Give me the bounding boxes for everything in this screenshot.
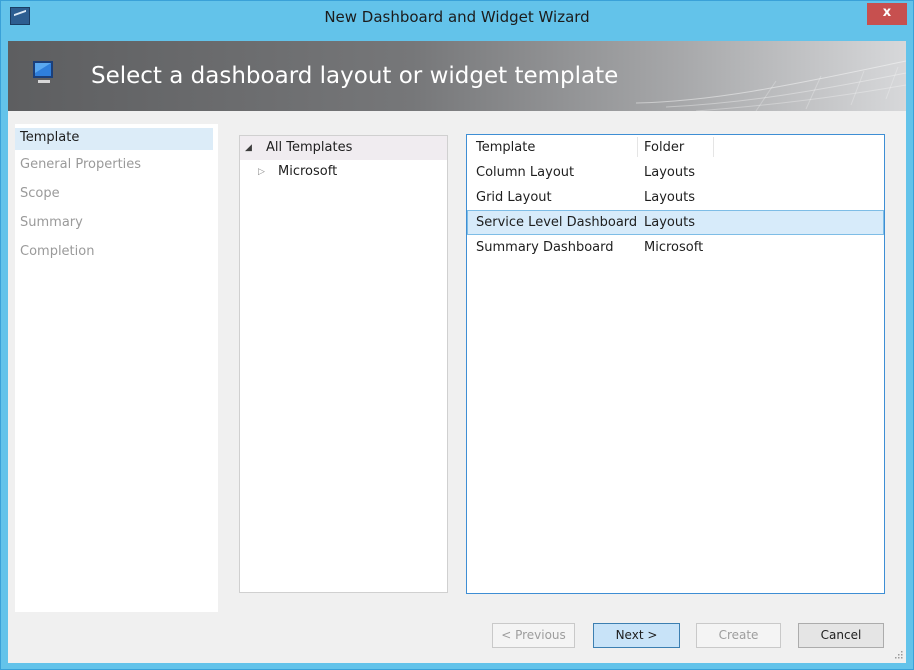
banner-wave-decoration: [636, 60, 906, 111]
template-name: Service Level Dashboard: [476, 215, 638, 230]
template-name: Column Layout: [476, 165, 575, 180]
column-divider[interactable]: [713, 137, 714, 157]
header-banner: Select a dashboard layout or widget temp…: [8, 41, 906, 111]
template-folder-tree[interactable]: ◢ All Templates ▷ Microsoft: [239, 135, 448, 593]
wizard-body: Select a dashboard layout or widget temp…: [8, 41, 906, 663]
column-header-template[interactable]: Template: [476, 135, 535, 160]
step-completion[interactable]: Completion: [15, 237, 218, 266]
tree-item-microsoft[interactable]: ▷ Microsoft: [240, 160, 447, 184]
list-header: Template Folder: [467, 135, 884, 160]
wizard-window: New Dashboard and Widget Wizard x Select…: [0, 0, 914, 670]
column-header-folder[interactable]: Folder: [644, 135, 684, 160]
tree-item-label: Microsoft: [278, 164, 338, 179]
wizard-steps-panel: Template General Properties Scope Summar…: [15, 124, 218, 612]
title-bar[interactable]: New Dashboard and Widget Wizard x: [1, 1, 913, 33]
template-folder: Layouts: [644, 165, 695, 180]
table-row-selected[interactable]: Service Level Dashboard Layouts: [467, 210, 884, 235]
next-button[interactable]: Next >: [593, 623, 680, 648]
step-template[interactable]: Template: [15, 128, 213, 150]
close-button[interactable]: x: [867, 3, 907, 25]
create-button[interactable]: Create: [696, 623, 781, 648]
table-row[interactable]: Summary Dashboard Microsoft: [467, 235, 884, 260]
previous-button[interactable]: < Previous: [492, 623, 575, 648]
template-list[interactable]: Template Folder Column Layout Layouts Gr…: [466, 134, 885, 594]
step-general-properties[interactable]: General Properties: [15, 150, 218, 179]
template-name: Summary Dashboard: [476, 240, 614, 255]
step-scope[interactable]: Scope: [15, 179, 218, 208]
triangle-right-icon[interactable]: ▷: [258, 160, 265, 184]
cancel-button[interactable]: Cancel: [798, 623, 884, 648]
template-folder: Layouts: [644, 190, 695, 205]
template-name: Grid Layout: [476, 190, 552, 205]
step-summary[interactable]: Summary: [15, 208, 218, 237]
template-folder: Layouts: [644, 215, 695, 230]
column-divider[interactable]: [637, 137, 638, 157]
triangle-down-icon[interactable]: ◢: [245, 136, 252, 160]
table-row[interactable]: Grid Layout Layouts: [467, 185, 884, 210]
window-title: New Dashboard and Widget Wizard: [324, 8, 590, 26]
monitor-icon: [33, 61, 53, 83]
table-row[interactable]: Column Layout Layouts: [467, 160, 884, 185]
resize-grip-icon[interactable]: [893, 649, 903, 659]
template-folder: Microsoft: [644, 240, 704, 255]
tree-item-all-templates[interactable]: ◢ All Templates: [240, 136, 447, 160]
page-heading: Select a dashboard layout or widget temp…: [91, 63, 619, 89]
tree-item-label: All Templates: [266, 140, 353, 155]
